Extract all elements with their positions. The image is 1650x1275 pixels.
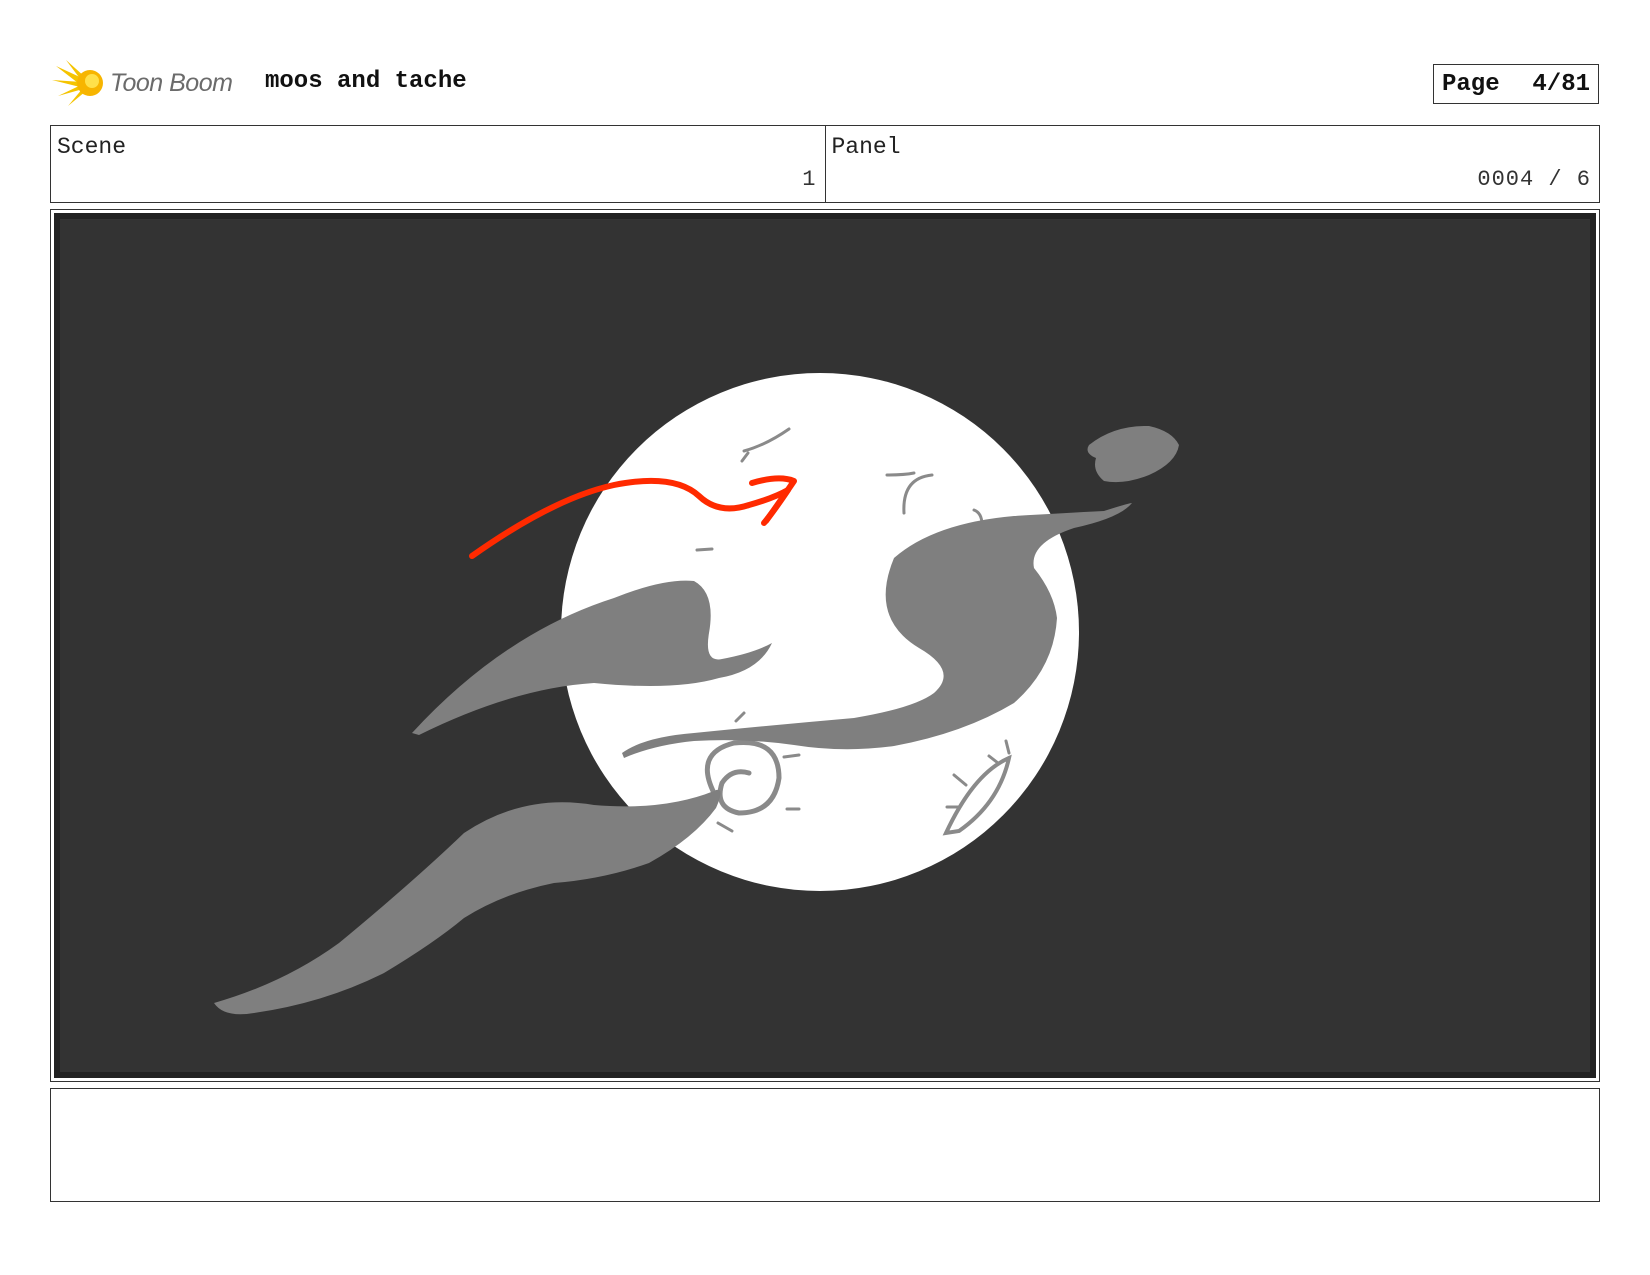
panel-notes	[50, 1088, 1600, 1202]
page-indicator: Page 4/81	[1433, 64, 1599, 104]
toon-boom-logo-icon	[52, 60, 103, 106]
panel-cell: Panel 0004 / 6	[824, 126, 1600, 202]
scene-label: Scene	[57, 134, 127, 160]
scene-cell: Scene 1	[51, 126, 825, 202]
page-label: Page	[1442, 70, 1500, 98]
panel-artwork	[54, 213, 1596, 1078]
logo-wordmark: Toon Boom	[110, 68, 233, 97]
toon-boom-logo: Toon Boom	[52, 56, 233, 110]
panel-value: 0004 / 6	[1477, 167, 1591, 192]
scene-panel-info: Scene 1 Panel 0004 / 6	[50, 125, 1600, 203]
scene-value: 1	[802, 167, 817, 192]
project-title: moos and tache	[265, 68, 467, 95]
panel-label: Panel	[831, 134, 901, 160]
page-number: 4/81	[1532, 70, 1590, 98]
storyboard-panel	[50, 209, 1600, 1082]
